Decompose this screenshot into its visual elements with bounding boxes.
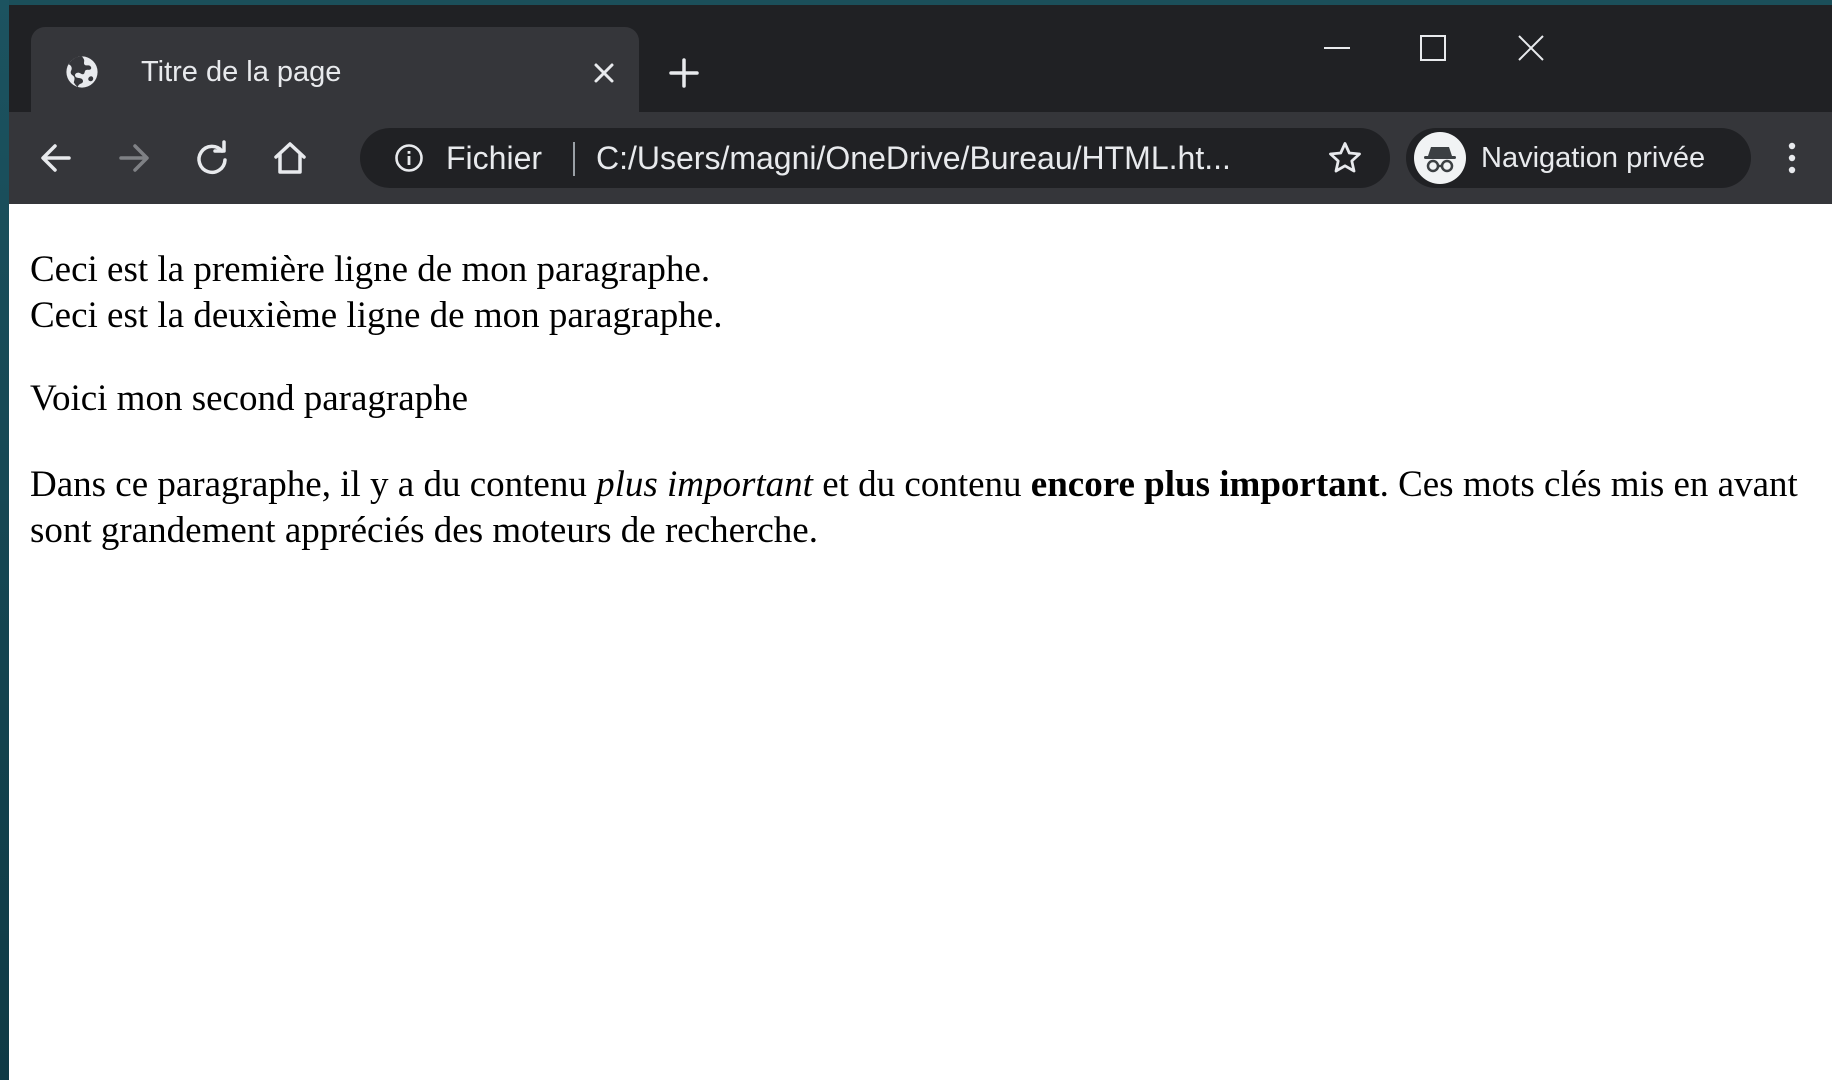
paragraph-2: Voici mon second paragraphe [30,378,469,419]
maximize-button[interactable] [1408,25,1458,71]
url-scheme-label[interactable]: Fichier [446,128,542,188]
reload-button[interactable] [187,133,237,183]
paragraph-1-line-2: Ceci est la deuxième ligne de mon paragr… [30,295,723,336]
bookmark-button[interactable] [1325,138,1365,178]
paragraph-3: Dans ce paragraphe, il y a du contenu pl… [30,462,1820,554]
url-text[interactable]: C:/Users/magni/OneDrive/Bureau/HTML.ht..… [596,128,1231,188]
kebab-menu-icon [1788,142,1796,174]
browser-window: Titre de la page Fichier C:/Users/magni/… [9,5,1832,1080]
page-content: Ceci est la première ligne de mon paragr… [9,204,1832,1080]
plus-icon [669,58,699,88]
globe-icon [66,56,98,88]
arrow-left-icon [41,144,71,172]
paragraph-3-text-middle: et du contenu [812,464,1031,505]
tab-title: Titre de la page [141,56,342,88]
star-icon [1329,142,1361,173]
desktop-background-left [0,0,9,1080]
info-icon[interactable] [394,143,424,173]
minimize-button[interactable] [1312,25,1362,71]
paragraph-3-text-start: Dans ce paragraphe, il y a du contenu [30,464,597,505]
close-icon [1518,35,1544,61]
close-icon [594,63,614,83]
maximize-icon [1420,35,1446,61]
strong-text: encore plus important [1030,464,1380,505]
back-button[interactable] [31,133,81,183]
browser-menu-button[interactable] [1772,133,1812,183]
omnibox-divider [573,142,575,176]
home-button[interactable] [265,133,315,183]
close-tab-button[interactable] [589,58,619,88]
address-bar[interactable]: Fichier C:/Users/magni/OneDrive/Bureau/H… [360,128,1390,188]
paragraph-1-line-1: Ceci est la première ligne de mon paragr… [30,249,711,290]
close-window-button[interactable] [1506,25,1556,71]
new-tab-button[interactable] [664,53,704,93]
tab-active[interactable]: Titre de la page [31,27,639,112]
minimize-icon [1324,47,1350,49]
home-icon [274,142,306,174]
incognito-profile-button[interactable]: Navigation privée [1406,128,1751,188]
toolbar: Fichier C:/Users/magni/OneDrive/Bureau/H… [9,112,1832,204]
tab-strip: Titre de la page [9,5,1832,112]
arrow-right-icon [119,144,149,172]
reload-icon [197,140,227,175]
emphasis-text: plus important [596,464,813,505]
incognito-avatar [1414,132,1466,184]
incognito-icon [1424,147,1456,173]
incognito-label: Navigation privée [1481,142,1706,174]
forward-button[interactable] [109,133,159,183]
paragraph-1: Ceci est la première ligne de mon paragr… [30,247,1820,339]
